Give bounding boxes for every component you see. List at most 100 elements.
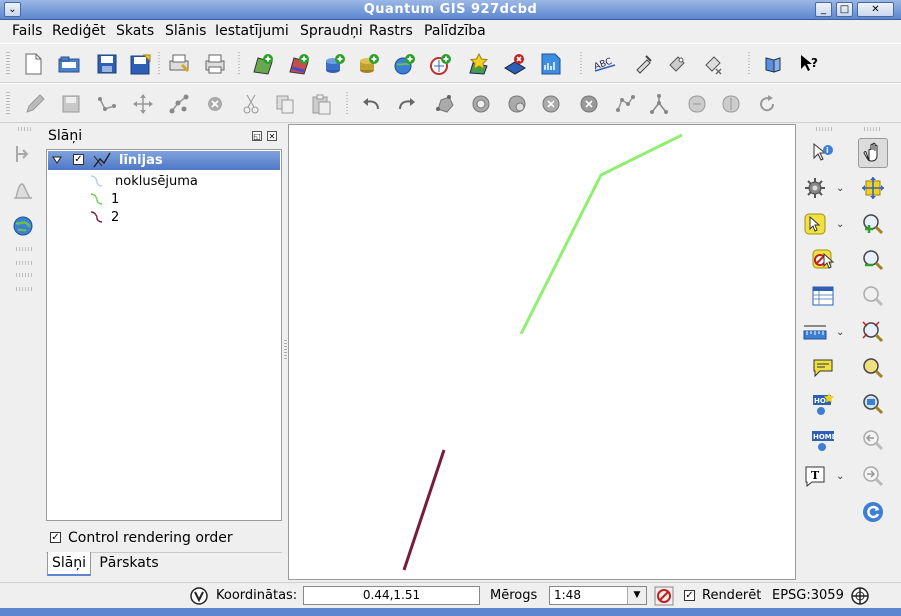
toggle-edit-icon[interactable]	[22, 91, 48, 117]
minimize-button[interactable]: _	[815, 2, 832, 17]
simplify-feature-icon[interactable]	[432, 91, 458, 117]
move-label-icon[interactable]	[664, 51, 690, 77]
zoom-out-icon[interactable]	[858, 245, 888, 275]
zoom-in-icon[interactable]	[858, 209, 888, 239]
menu-spraudni[interactable]: Spraudņi	[300, 23, 363, 39]
add-part-icon[interactable]	[504, 91, 530, 117]
reshape-features-icon[interactable]	[612, 91, 638, 117]
tab-overview[interactable]: Pārskats	[94, 552, 164, 576]
coordinates-field[interactable]: 0.44,1.51	[303, 586, 480, 605]
splitter-handle[interactable]	[284, 340, 287, 360]
save-as-icon[interactable]	[128, 51, 154, 77]
pin-labels-icon[interactable]	[630, 51, 656, 77]
cut-features-icon[interactable]	[238, 91, 264, 117]
scale-combobox[interactable]: 1:48 ▼	[549, 586, 647, 605]
zoom-last-icon[interactable]	[858, 425, 888, 455]
render-checkbox[interactable]: ✓	[684, 590, 695, 601]
menu-skats[interactable]: Skats	[116, 23, 154, 39]
menu-slanis[interactable]: Slānis	[165, 23, 206, 39]
undo-icon[interactable]	[358, 91, 384, 117]
merge-features-icon[interactable]	[684, 91, 710, 117]
add-postgis-layer-icon[interactable]	[322, 51, 348, 77]
zoom-to-layer-icon[interactable]	[858, 353, 888, 383]
menu-rediget[interactable]: Rediģēt	[52, 23, 105, 39]
add-vector-layer-icon[interactable]	[250, 51, 276, 77]
add-raster-layer-icon[interactable]	[286, 51, 312, 77]
new-bookmark-icon[interactable]: HO	[808, 389, 838, 419]
print-composer-icon[interactable]	[166, 51, 192, 77]
delete-ring-icon[interactable]	[538, 91, 564, 117]
menu-fails[interactable]: Fails	[12, 23, 42, 39]
labeling-icon[interactable]: ABC	[592, 51, 618, 77]
menu-rastrs[interactable]: Rastrs	[369, 23, 413, 39]
toolbar-grip[interactable]	[6, 92, 10, 116]
new-project-icon[interactable]	[20, 51, 46, 77]
attribute-table-icon[interactable]	[808, 281, 838, 311]
toolbar-grip[interactable]	[6, 52, 10, 76]
zoom-next-icon[interactable]	[858, 461, 888, 491]
georeferencer-icon[interactable]	[8, 211, 38, 241]
layer-name[interactable]: līnijas	[119, 153, 163, 168]
remove-layer-icon[interactable]	[502, 51, 528, 77]
close-panel-icon[interactable]: ✕	[267, 131, 277, 141]
refresh-icon[interactable]	[858, 497, 888, 527]
zoom-full-disabled-icon[interactable]	[858, 281, 888, 311]
add-spatialite-layer-icon[interactable]	[356, 51, 382, 77]
pan-icon[interactable]	[858, 138, 888, 168]
stop-rendering-icon[interactable]	[654, 586, 674, 610]
text-annotation-icon[interactable]: T	[800, 461, 830, 491]
merge-attributes-icon[interactable]	[718, 91, 744, 117]
copy-features-icon[interactable]	[272, 91, 298, 117]
chevron-down-icon[interactable]: ⌄	[836, 471, 844, 482]
print-icon[interactable]	[202, 51, 228, 77]
toolbar-grip[interactable]	[816, 127, 834, 131]
projection-icon[interactable]	[850, 586, 870, 610]
select-features-icon[interactable]	[800, 209, 830, 239]
add-wms-layer-icon[interactable]	[392, 51, 418, 77]
help-contents-icon[interactable]	[760, 51, 786, 77]
profile-tool-icon[interactable]	[8, 175, 38, 205]
add-wfs-layer-icon[interactable]	[428, 51, 454, 77]
map-tips-icon[interactable]	[808, 353, 838, 383]
add-ring-icon[interactable]	[468, 91, 494, 117]
measure-line-icon[interactable]	[800, 317, 830, 347]
paste-features-icon[interactable]	[308, 91, 334, 117]
zoom-to-native-icon[interactable]	[858, 389, 888, 419]
float-panel-icon[interactable]: ◱	[252, 131, 262, 141]
rotate-label-icon[interactable]	[700, 51, 726, 77]
menu-palidziba[interactable]: Palīdzība	[424, 23, 486, 39]
tab-layers[interactable]: Slāņi	[47, 552, 91, 576]
close-button[interactable]: ✕	[857, 2, 894, 17]
run-feature-action-icon[interactable]	[800, 173, 830, 203]
delete-part-icon[interactable]	[576, 91, 602, 117]
deselect-features-icon[interactable]	[808, 245, 838, 275]
pan-to-selection-icon[interactable]	[858, 173, 888, 203]
toolbar-grip[interactable]	[16, 247, 34, 251]
layer-visibility-checkbox[interactable]: ✓	[73, 154, 84, 165]
toolbar-grip[interactable]	[16, 273, 34, 277]
add-feature-icon[interactable]	[94, 91, 120, 117]
rotate-point-symbols-icon[interactable]	[754, 91, 780, 117]
toolbar-grip[interactable]	[16, 287, 34, 291]
split-features-icon[interactable]	[646, 91, 672, 117]
move-feature-icon[interactable]	[130, 91, 156, 117]
maximize-button[interactable]: □	[836, 2, 853, 17]
control-rendering-checkbox[interactable]: ✓	[50, 532, 61, 543]
crs-label[interactable]: EPSG:3059	[772, 588, 844, 603]
menu-iestatijumi[interactable]: Iestatījumi	[215, 23, 289, 39]
save-project-icon[interactable]	[94, 51, 120, 77]
toolbar-grip[interactable]	[18, 127, 32, 131]
toggle-fullscreen-icon[interactable]	[538, 51, 564, 77]
chevron-down-icon[interactable]: ⌄	[836, 327, 844, 338]
toolbar-grip[interactable]	[16, 261, 34, 265]
show-bookmarks-icon[interactable]: HOME	[808, 425, 838, 455]
chevron-down-icon[interactable]: ⌄	[836, 219, 844, 230]
whats-this-icon[interactable]: ?	[796, 51, 822, 77]
identify-icon[interactable]: i	[808, 138, 838, 168]
coordinate-toggle-icon[interactable]	[189, 586, 209, 610]
delete-selected-icon[interactable]	[202, 91, 228, 117]
chevron-down-icon[interactable]: ▼	[627, 587, 646, 604]
chevron-down-icon[interactable]: ⌄	[836, 183, 844, 194]
toolbar-grip[interactable]	[864, 127, 882, 131]
open-project-icon[interactable]	[56, 51, 82, 77]
